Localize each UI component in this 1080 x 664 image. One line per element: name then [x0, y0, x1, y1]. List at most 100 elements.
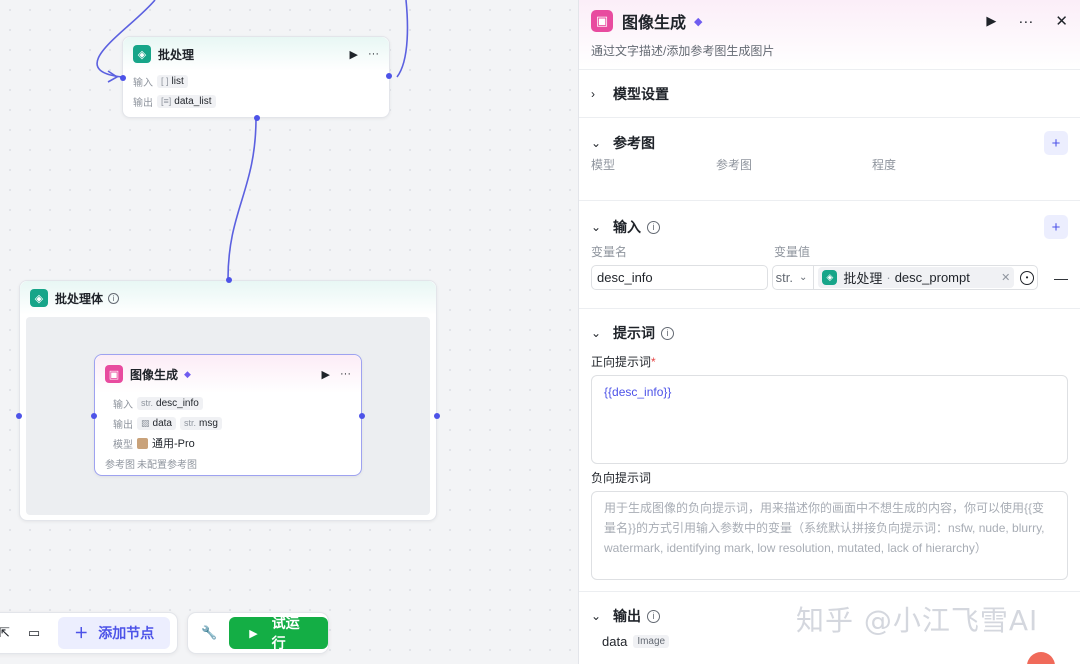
image-icon: ▣ — [591, 10, 613, 32]
input-title: 输入 — [613, 219, 641, 235]
test-run-button[interactable]: ▶ 试运行 — [229, 615, 328, 651]
batch-node[interactable]: ◈ 批处理 ▶ ··· 输入 [ ] list 输出 [≡] data_list — [120, 36, 392, 121]
chevron-down-icon: ⌄ — [591, 326, 602, 340]
object-array-icon: [≡] — [161, 96, 172, 106]
floating-assistant-avatar[interactable] — [1027, 652, 1055, 664]
str-tag: str. — [183, 418, 196, 428]
panel-title: 图像生成 — [622, 15, 687, 32]
add-reference-button[interactable]: + — [1044, 131, 1068, 155]
wrench-icon[interactable]: 🔧 — [201, 625, 217, 641]
var-value-field[interactable]: str. ⌄ ◈ 批处理 · desc_prompt ✕ • — [771, 265, 1038, 290]
output-key: 输出 — [113, 419, 133, 431]
type-select[interactable]: str. ⌄ — [776, 266, 815, 289]
type-value: str. — [775, 270, 793, 285]
add-node-button[interactable]: ＋ 添加节点 — [58, 617, 171, 649]
output-chip-msg-label: msg — [199, 417, 218, 429]
positive-prompt-input[interactable]: {{desc_info}} — [591, 375, 1068, 464]
prompt-header[interactable]: ⌄ 提示词 i — [591, 309, 1068, 357]
batch-bottom-port[interactable] — [254, 115, 260, 121]
input-chip-label: list — [171, 75, 184, 87]
input-row: desc_info str. ⌄ ◈ 批处理 · desc_prompt ✕ •… — [591, 265, 1068, 290]
image-input-row: 输入 str. desc_info — [95, 393, 361, 413]
array-icon: [ ] — [161, 76, 169, 86]
col-var-name: 变量名 — [591, 244, 628, 259]
remove-input-icon[interactable]: — — [1054, 270, 1068, 286]
gem-icon: ◆ — [184, 368, 191, 379]
info-icon[interactable]: i — [647, 220, 660, 234]
info-icon[interactable]: i — [108, 292, 120, 304]
more-icon[interactable]: ··· — [340, 368, 351, 380]
ref-separator: · — [886, 270, 891, 285]
negative-prompt-label: 负向提示词 — [591, 471, 652, 485]
input-section: ⌄ 输入 i + 变量名 变量值 desc_info str. ⌄ ◈ 批处理 … — [579, 201, 1080, 309]
more-icon[interactable]: ··· — [368, 48, 379, 60]
input-chip-label: desc_info — [156, 397, 199, 409]
image-node-title: 图像生成 — [130, 367, 179, 382]
variable-picker-icon[interactable]: • — [1020, 270, 1034, 285]
var-name-value: desc_info — [597, 270, 653, 285]
negative-prompt-input[interactable]: 用于生成图像的负向提示词，用来描述你的画面中不想生成的内容，你可以使用{{变量名… — [591, 491, 1068, 580]
col-ref: 参考图 — [716, 157, 753, 172]
output-chip-msg: str. msg — [179, 416, 222, 430]
batch-body-header: ◈ 批处理体 i — [20, 281, 436, 315]
reference-columns: 模型 参考图 程度 — [591, 154, 1068, 174]
info-icon[interactable]: i — [661, 326, 674, 340]
image-icon: ▣ — [105, 365, 123, 383]
wire-batch-to-body — [227, 117, 257, 280]
run-toolbar: 🔧 ▶ 试运行 — [187, 612, 329, 654]
panel-description: 通过文字描述/添加参考图生成图片 — [591, 44, 775, 58]
col-degree: 程度 — [872, 157, 897, 172]
input-chip: [ ] list — [157, 74, 188, 88]
chevron-down-icon: ⌄ — [591, 609, 602, 623]
add-input-button[interactable]: + — [1044, 215, 1068, 239]
batch-body-top-port[interactable] — [226, 277, 232, 283]
prompt-title: 提示词 — [613, 325, 655, 341]
chevron-right-icon: › — [591, 87, 595, 101]
batch-body-right-port[interactable] — [434, 413, 440, 419]
str-tag: str. — [141, 398, 154, 408]
chevron-down-icon: ⌄ — [798, 272, 808, 283]
reference-chip[interactable]: ◈ 批处理 · desc_prompt ✕ — [818, 267, 1015, 288]
image-node-header: ▣ 图像生成 ◆ ▶ ··· — [95, 355, 361, 393]
select-tool-icon[interactable]: ⇱ — [0, 625, 10, 641]
layers-icon: ◈ — [822, 270, 838, 285]
image-in-port[interactable] — [91, 413, 97, 419]
close-icon[interactable]: ✕ — [1055, 12, 1068, 30]
chevron-down-icon: ⌄ — [591, 220, 602, 234]
image-output-row: 输出 ▨ data str. msg — [95, 413, 361, 433]
batch-out-port[interactable] — [386, 73, 392, 79]
workflow-canvas[interactable]: ◈ 批处理 ▶ ··· 输入 [ ] list 输出 [≡] data_list ◈… — [0, 0, 578, 664]
play-icon[interactable]: ▶ — [322, 368, 330, 381]
play-icon[interactable]: ▶ — [986, 13, 996, 29]
plus-icon: ＋ — [74, 625, 89, 641]
ref-field-name: desc_prompt — [894, 270, 970, 285]
reference-section: ⌄ 参考图 + 模型 参考图 程度 — [579, 118, 1080, 201]
image-ref-row: 参考图 未配置参考图 — [95, 453, 361, 473]
more-icon[interactable]: ··· — [1018, 13, 1033, 30]
output-chip: [≡] data_list — [157, 94, 216, 108]
ref-key: 参考图 — [105, 459, 135, 471]
chevron-down-icon: ⌄ — [591, 136, 602, 150]
run-label: 试运行 — [271, 615, 300, 651]
model-settings-header[interactable]: › 模型设置 — [591, 70, 1068, 118]
clear-icon[interactable]: ✕ — [1001, 271, 1010, 284]
reference-title: 参考图 — [613, 135, 655, 151]
output-var-type: Image — [633, 635, 670, 648]
gem-icon: ◆ — [694, 15, 703, 28]
image-out-port[interactable] — [359, 413, 365, 419]
batch-body-title: 批处理体 — [55, 291, 104, 306]
node-config-panel: ▣ 图像生成 ◆ ▶ ··· ✕ 通过文字描述/添加参考图生成图片 › 模型设置… — [578, 0, 1080, 664]
positive-prompt-value: {{desc_info}} — [604, 385, 672, 399]
var-name-input[interactable]: desc_info — [591, 265, 768, 290]
wire-top-right — [396, 0, 409, 78]
output-chip-data-label: data — [152, 417, 172, 429]
play-icon[interactable]: ▶ — [350, 48, 358, 61]
model-value: 通用-Pro — [152, 438, 195, 450]
batch-in-port[interactable] — [120, 75, 126, 81]
batch-body-left-port[interactable] — [16, 413, 22, 419]
negative-prompt-placeholder: 用于生成图像的负向提示词，用来描述你的画面中不想生成的内容，你可以使用{{变量名… — [604, 501, 1045, 555]
info-icon[interactable]: i — [647, 609, 660, 623]
arrow-top-left — [107, 70, 119, 83]
image-gen-node[interactable]: ▣ 图像生成 ◆ ▶ ··· 输入 str. desc_info 输出 ▨ data… — [91, 354, 365, 476]
comment-tool-icon[interactable]: ▭ — [28, 625, 40, 641]
